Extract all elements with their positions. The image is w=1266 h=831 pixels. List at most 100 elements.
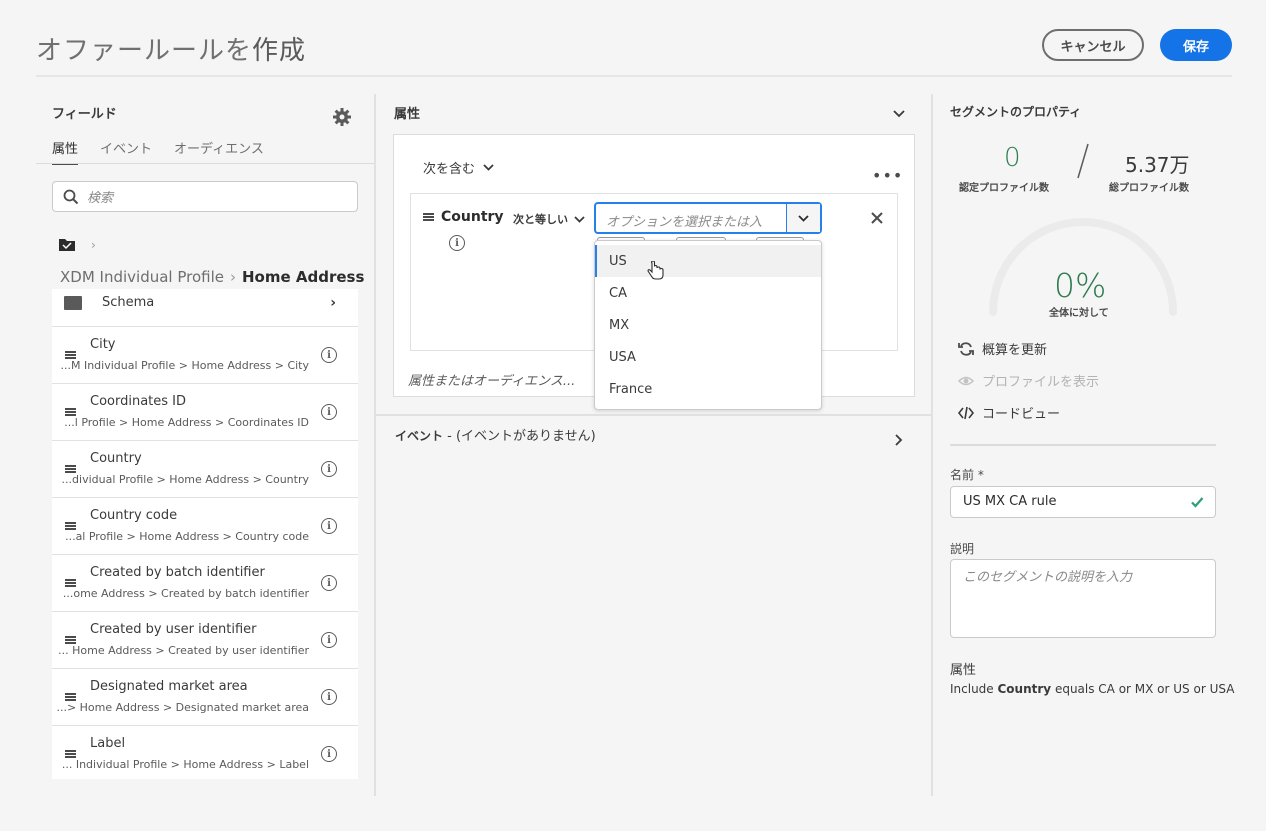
events-divider <box>376 414 932 416</box>
info-icon[interactable]: i <box>321 632 337 648</box>
chevron-down-icon <box>574 215 585 223</box>
field-row[interactable]: Label ... Individual Profile > Home Addr… <box>52 726 358 779</box>
field-row[interactable]: Created by user identifier ... Home Addr… <box>52 612 358 669</box>
field-name: Country <box>90 451 142 466</box>
field-row[interactable]: City ...M Individual Profile > Home Addr… <box>52 327 358 384</box>
field-path: ...ome Address > Created by batch identi… <box>62 587 309 600</box>
drag-handle-icon[interactable] <box>65 351 76 359</box>
field-path: ... Home Address > Created by user ident… <box>58 644 309 657</box>
view-profiles-button[interactable]: プロファイルを表示 <box>958 371 1099 390</box>
field-path: ...al Profile > Home Address > Country c… <box>65 530 309 543</box>
drag-handle-icon[interactable] <box>65 408 76 416</box>
option-france[interactable]: France <box>595 373 821 405</box>
tab-events[interactable]: イベント <box>100 138 152 165</box>
drop-zone-hint: 属性またはオーディエンス... <box>408 374 576 389</box>
field-name: City <box>90 337 116 352</box>
tab-attributes[interactable]: 属性 <box>52 138 79 165</box>
info-icon[interactable]: i <box>321 347 337 363</box>
percentage-label: 全体に対して <box>1049 308 1109 319</box>
description-field[interactable]: このセグメントの説明を入力 <box>950 559 1216 638</box>
page-title: オファールールを作成 <box>36 36 307 66</box>
info-icon[interactable]: i <box>321 404 337 420</box>
info-icon[interactable]: i <box>321 518 337 534</box>
field-row[interactable]: Designated market area ...> Home Address… <box>52 669 358 726</box>
field-row[interactable]: Coordinates ID ...l Profile > Home Addre… <box>52 384 358 441</box>
chevron-right-icon[interactable] <box>895 434 903 446</box>
drag-handle-icon[interactable] <box>65 465 76 473</box>
cancel-button[interactable]: キャンセル <box>1042 29 1144 61</box>
info-icon[interactable]: i <box>321 575 337 591</box>
option-usa[interactable]: USA <box>595 341 821 373</box>
refresh-estimate-button[interactable]: 概算を更新 <box>958 339 1047 358</box>
total-profiles-value: 5.37万 <box>1125 153 1190 177</box>
save-button[interactable]: 保存 <box>1160 29 1232 61</box>
code-view-button[interactable]: コードビュー <box>958 403 1060 422</box>
right-panel-divider <box>931 94 933 796</box>
more-options-icon[interactable]: ••• <box>872 166 903 185</box>
drag-handle-icon[interactable] <box>65 579 76 587</box>
field-tabs: 属性 イベント オーディエンス <box>52 138 286 165</box>
drag-handle-icon[interactable] <box>65 522 76 530</box>
value-input-placeholder[interactable]: オプションを選択または入 <box>606 211 778 230</box>
search-input[interactable]: 検索 <box>52 181 358 212</box>
field-list: Schema › City ...M Individual Profile > … <box>52 289 358 779</box>
info-icon[interactable]: i <box>321 461 337 477</box>
chevron-down-icon[interactable] <box>893 110 905 118</box>
segment-properties-title: セグメントのプロパティ <box>950 105 1082 119</box>
description-label: 説明 <box>950 542 975 556</box>
left-panel-divider <box>374 94 376 796</box>
hand-cursor-icon <box>647 261 664 280</box>
operator-dropdown[interactable]: 次と等しい <box>513 211 585 227</box>
total-profiles-label: 総プロファイル数 <box>1109 183 1189 194</box>
info-icon[interactable]: i <box>321 746 337 762</box>
tabs-divider <box>36 163 374 164</box>
qualified-profiles-label: 認定プロファイル数 <box>959 183 1049 194</box>
breadcrumb-separator: › <box>230 268 236 286</box>
value-combobox[interactable]: オプションを選択または入 <box>594 202 822 234</box>
option-ca[interactable]: CA <box>595 277 821 309</box>
percentage-value: 0% <box>1054 266 1107 305</box>
chevron-right-icon: › <box>330 295 336 311</box>
schema-folder-row[interactable]: Schema › <box>52 289 358 327</box>
field-row[interactable]: Country code ...al Profile > Home Addres… <box>52 498 358 555</box>
contains-dropdown[interactable]: 次を含む <box>423 158 494 177</box>
drag-handle-icon[interactable] <box>423 213 434 221</box>
condition-field: Country <box>441 209 504 225</box>
value-options-menu: US CA MX USA France <box>594 240 822 410</box>
field-path: ... Individual Profile > Home Address > … <box>61 758 309 771</box>
events-section-header[interactable]: イベント - (イベントがありません) <box>395 425 596 444</box>
operator-label: 次と等しい <box>513 213 568 226</box>
gear-icon[interactable] <box>332 107 352 127</box>
chevron-down-icon <box>483 164 494 171</box>
rule-summary: Include Country equals CA or MX or US or… <box>950 682 1235 696</box>
breadcrumb-root[interactable]: XDM Individual Profile <box>60 268 224 286</box>
folder-root-icon[interactable] <box>58 236 76 252</box>
info-icon[interactable]: i <box>321 689 337 705</box>
field-name: Designated market area <box>90 679 248 694</box>
search-icon <box>63 189 79 204</box>
drag-handle-icon[interactable] <box>65 636 76 644</box>
events-note: - (イベントがありません) <box>443 429 596 444</box>
drag-handle-icon[interactable] <box>65 750 76 758</box>
field-row[interactable]: Country ...dividual Profile > Home Addre… <box>52 441 358 498</box>
close-icon[interactable] <box>869 210 885 226</box>
search-placeholder: 検索 <box>87 191 114 206</box>
chevron-down-icon <box>798 214 809 222</box>
tab-audiences[interactable]: オーディエンス <box>174 138 264 165</box>
field-path: ...M Individual Profile > Home Address >… <box>60 359 309 372</box>
slash-divider <box>1077 143 1089 179</box>
field-name: Created by batch identifier <box>90 565 265 580</box>
field-path: ...dividual Profile > Home Address > Cou… <box>61 473 309 486</box>
name-field[interactable]: US MX CA rule <box>950 486 1216 518</box>
combobox-toggle-button[interactable] <box>786 204 820 232</box>
contains-label: 次を含む <box>423 162 476 177</box>
option-mx[interactable]: MX <box>595 309 821 341</box>
field-row[interactable]: Created by batch identifier ...ome Addre… <box>52 555 358 612</box>
info-icon[interactable]: i <box>449 235 465 251</box>
breadcrumb-current: Home Address <box>242 268 365 286</box>
drag-handle-icon[interactable] <box>65 693 76 701</box>
option-us[interactable]: US <box>595 245 821 277</box>
view-profiles-label: プロファイルを表示 <box>982 375 1100 390</box>
fields-panel-title: フィールド <box>52 107 117 122</box>
attributes-section-title: 属性 <box>394 107 421 122</box>
